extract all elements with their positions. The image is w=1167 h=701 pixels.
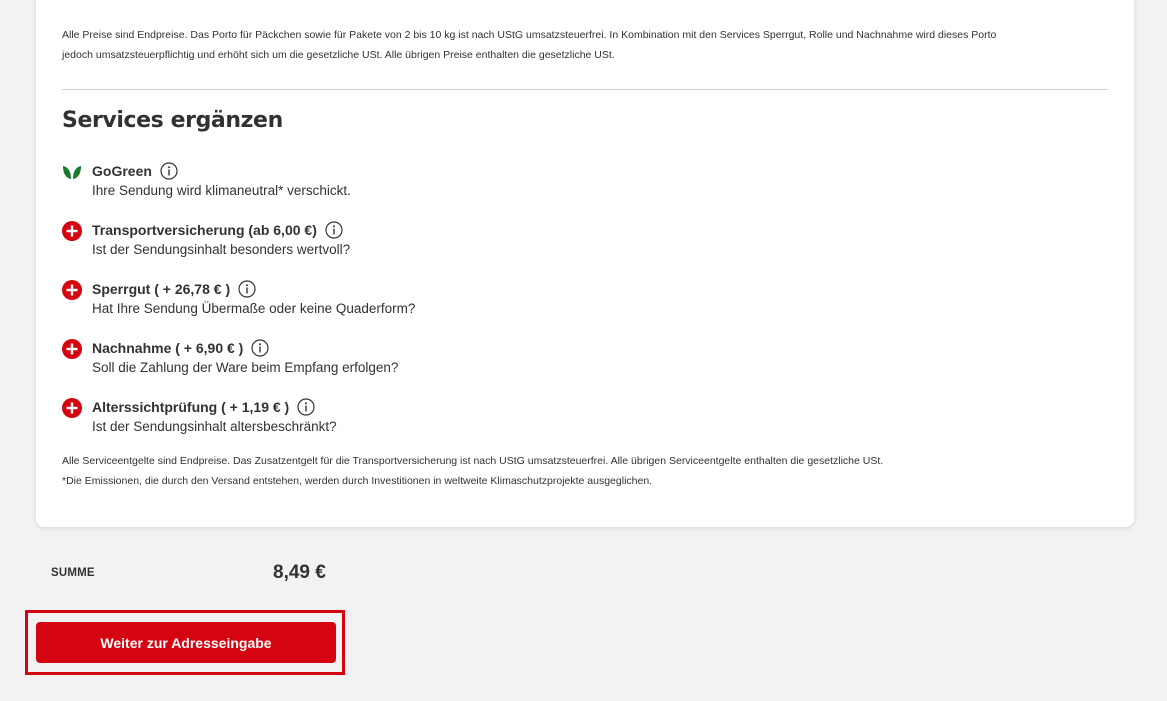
- summe-value: 8,49 €: [273, 562, 326, 583]
- info-icon[interactable]: [238, 280, 256, 298]
- info-icon[interactable]: [297, 398, 315, 416]
- services-title: Services ergänzen: [62, 108, 283, 133]
- service-name: Transportversicherung (ab 6,00 €): [92, 222, 317, 238]
- service-sperrgut: Sperrgut ( + 26,78 € ) Hat Ihre Sendung …: [62, 279, 962, 323]
- plus-icon[interactable]: [62, 221, 82, 241]
- summe-label: SUMME: [51, 567, 95, 579]
- services-card: Alle Preise sind Endpreise. Das Porto fü…: [36, 0, 1134, 527]
- service-nachnahme: Nachnahme ( + 6,90 € ) Soll die Zahlung …: [62, 338, 962, 382]
- price-note: Alle Preise sind Endpreise. Das Porto fü…: [62, 25, 1112, 65]
- service-name: GoGreen: [92, 163, 152, 179]
- service-footnotes: Alle Serviceentgelte sind Endpreise. Das…: [62, 451, 883, 491]
- info-icon[interactable]: [251, 339, 269, 357]
- section-divider: [62, 89, 1108, 90]
- service-alterssichtpruefung: Alterssichtprüfung ( + 1,19 € ) Ist der …: [62, 397, 962, 441]
- plus-icon[interactable]: [62, 398, 82, 418]
- continue-to-address-button[interactable]: Weiter zur Adresseingabe: [36, 622, 336, 663]
- plus-icon[interactable]: [62, 280, 82, 300]
- service-description: Ist der Sendungsinhalt besonders wertvol…: [92, 242, 351, 257]
- service-name: Alterssichtprüfung ( + 1,19 € ): [92, 399, 290, 415]
- service-description: Ihre Sendung wird klimaneutral* verschic…: [92, 183, 351, 198]
- service-name: Sperrgut ( + 26,78 € ): [92, 281, 231, 297]
- service-gogreen: GoGreen Ihre Sendung wird klimaneutral* …: [62, 161, 962, 205]
- footnote-1: Alle Serviceentgelte sind Endpreise. Das…: [62, 455, 884, 467]
- info-icon[interactable]: [325, 221, 343, 239]
- price-note-line-1: Alle Preise sind Endpreise. Das Porto fü…: [62, 29, 997, 41]
- service-name: Nachnahme ( + 6,90 € ): [92, 340, 244, 356]
- service-description: Ist der Sendungsinhalt altersbeschränkt?: [92, 419, 337, 434]
- leaf-icon: [62, 162, 82, 182]
- service-description: Soll die Zahlung der Ware beim Empfang e…: [92, 360, 399, 375]
- plus-icon[interactable]: [62, 339, 82, 359]
- service-transportversicherung: Transportversicherung (ab 6,00 €) Ist de…: [62, 220, 962, 264]
- footnote-2: *Die Emissionen, die durch den Versand e…: [62, 475, 653, 487]
- service-description: Hat Ihre Sendung Übermaße oder keine Qua…: [92, 301, 416, 316]
- price-note-line-2: jedoch umsatzsteuerpflichtig und erhöht …: [62, 49, 615, 61]
- info-icon[interactable]: [160, 162, 178, 180]
